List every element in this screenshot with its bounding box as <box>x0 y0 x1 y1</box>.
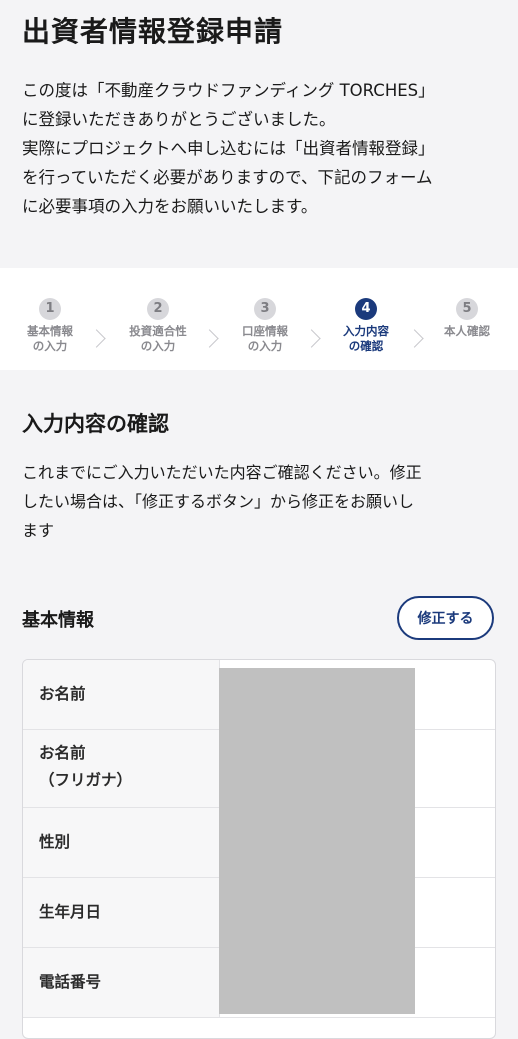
page-header: 出資者情報登録申請 この度は「不動産クラウドファンディング TORCHES」 に… <box>0 0 518 268</box>
step-number: 5 <box>456 298 478 320</box>
step-number: 4 <box>355 298 377 320</box>
confirm-title: 入力内容の確認 <box>22 412 169 436</box>
redacted-values-block <box>219 668 415 1014</box>
step-label: 本人確認 <box>444 324 490 338</box>
row-label-cell: お名前 （フリガナ） <box>23 730 220 807</box>
intro-line: この度は「不動産クラウドファンディング TORCHES」 <box>22 81 435 100</box>
chevron-right-icon <box>200 329 219 348</box>
intro-text: この度は「不動産クラウドファンディング TORCHES」 に登録いただきありがと… <box>22 76 492 221</box>
step-5: 5 本人確認 <box>424 298 510 339</box>
step-label: 投資適合性 の入力 <box>129 324 187 353</box>
intro-line: 実際にプロジェクトへ申し込むには「出資者情報登録」 <box>22 139 435 158</box>
name-label: お名前 <box>39 685 86 703</box>
step-label: 基本情報 の入力 <box>27 324 73 353</box>
gender-label: 性別 <box>39 833 71 851</box>
phone-label: 電話番号 <box>39 973 102 991</box>
description-line: したい場合は、「修正するボタン」から修正をお願いし <box>22 492 415 511</box>
step-1: 1 基本情報 の入力 <box>7 298 93 354</box>
intro-line: に必要事項の入力をお願いいたします。 <box>22 197 318 216</box>
intro-line: を行っていただく必要がありますので、下記のフォーム <box>22 168 433 187</box>
step-2: 2 投資適合性 の入力 <box>115 298 201 354</box>
step-3: 3 口座情報 の入力 <box>222 298 308 354</box>
birthdate-label: 生年月日 <box>39 903 102 921</box>
step-number: 1 <box>39 298 61 320</box>
row-label-cell: 性別 <box>23 808 220 877</box>
step-number: 2 <box>147 298 169 320</box>
page-title: 出資者情報登録申請 <box>22 15 284 48</box>
progress-stepper: 1 基本情報 の入力 2 投資適合性 の入力 3 口座情報 の入力 4 入力内容… <box>0 268 518 370</box>
edit-basic-info-button[interactable]: 修正する <box>397 596 494 640</box>
intro-line: に登録いただきありがとうございました。 <box>22 110 336 129</box>
step-number: 3 <box>254 298 276 320</box>
confirm-description: これまでにご入力いただいた内容ご確認ください。修正 したい場合は、「修正するボタ… <box>22 458 500 545</box>
row-label-cell: 生年月日 <box>23 878 220 947</box>
description-line: ます <box>22 521 55 540</box>
row-label-cell: お名前 <box>23 660 220 729</box>
step-4: 4 入力内容 の確認 <box>323 298 409 354</box>
basic-info-title: 基本情報 <box>22 610 94 631</box>
step-label: 入力内容 の確認 <box>343 324 389 353</box>
name-kana-label: お名前 （フリガナ） <box>39 744 133 789</box>
step-label: 口座情報 の入力 <box>242 324 288 353</box>
row-label-cell: 電話番号 <box>23 948 220 1017</box>
description-line: これまでにご入力いただいた内容ご確認ください。修正 <box>22 463 422 482</box>
